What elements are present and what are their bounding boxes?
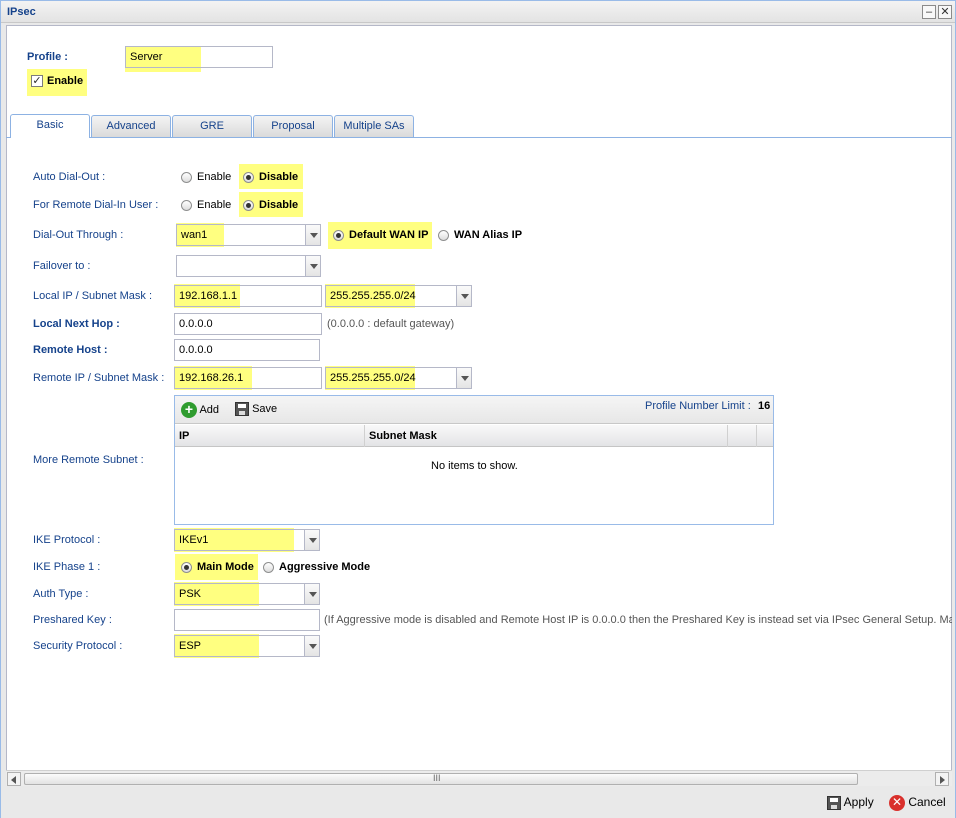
column-header-extra — [728, 425, 757, 447]
apply-button-label: Apply — [843, 795, 874, 809]
grid-toolbar: + Add Save Profile Number Limit : 16 — [175, 396, 773, 424]
ike-protocol-select[interactable]: IKEv1 — [174, 529, 320, 551]
chevron-down-icon[interactable] — [304, 636, 319, 656]
cancel-button-label: Cancel — [908, 795, 946, 809]
auto-dial-out-enable-label: Enable — [197, 171, 232, 183]
add-button[interactable]: + Add — [181, 402, 219, 418]
local-mask-select[interactable]: 255.255.255.0/24 — [325, 285, 472, 307]
chevron-down-icon[interactable] — [305, 225, 320, 245]
wan-alias-ip-radio[interactable] — [438, 230, 449, 241]
profile-label: Profile : — [27, 51, 68, 63]
profile-name-input[interactable]: Server — [125, 46, 273, 68]
title-bar: IPsec – ✕ — [1, 1, 955, 23]
remote-ip-label: Remote IP / Subnet Mask : — [33, 372, 165, 384]
scroll-right-icon[interactable] — [935, 772, 949, 786]
failover-select[interactable] — [176, 255, 321, 277]
local-ip-label: Local IP / Subnet Mask : — [33, 290, 153, 302]
aggressive-mode-label: Aggressive Mode — [279, 561, 371, 573]
auto-dial-out-enable-radio[interactable] — [181, 172, 192, 183]
preshared-key-input[interactable] — [174, 609, 320, 631]
remote-mask-select[interactable]: 255.255.255.0/24 — [325, 367, 472, 389]
local-next-hop-label: Local Next Hop : — [33, 318, 120, 330]
local-next-hop-input[interactable]: 0.0.0.0 — [174, 313, 322, 335]
remote-subnet-grid: + Add Save Profile Number Limit : 16 IP … — [174, 395, 774, 525]
save-button[interactable]: Save — [235, 402, 277, 416]
remote-dial-in-label: For Remote Dial-In User : — [33, 199, 159, 211]
tab-basic[interactable]: Basic — [10, 114, 90, 138]
security-protocol-value: ESP — [179, 640, 202, 652]
remote-mask-value: 255.255.255.0/24 — [330, 372, 416, 384]
profile-number-limit-label: Profile Number Limit : — [645, 400, 751, 412]
profile-number-limit-value: 16 — [758, 400, 771, 412]
dial-out-through-label: Dial-Out Through : — [33, 229, 124, 241]
minimize-icon[interactable]: – — [922, 5, 936, 19]
chevron-down-icon[interactable] — [456, 286, 471, 306]
tab-advanced[interactable]: Advanced — [91, 115, 171, 137]
more-remote-subnet-label: More Remote Subnet : — [33, 454, 144, 466]
default-wan-ip-label: Default WAN IP — [349, 229, 429, 241]
scroll-left-icon[interactable] — [7, 772, 21, 786]
preshared-key-label: Preshared Key : — [33, 614, 112, 626]
aggressive-mode-radio[interactable] — [263, 562, 274, 573]
tab-proposal[interactable]: Proposal — [253, 115, 333, 137]
chevron-down-icon[interactable] — [304, 584, 319, 604]
remote-host-input[interactable]: 0.0.0.0 — [174, 339, 320, 361]
column-header-subnet-mask[interactable]: Subnet Mask — [365, 425, 728, 447]
remote-dial-in-enable-radio[interactable] — [181, 200, 192, 211]
local-mask-value: 255.255.255.0/24 — [330, 290, 416, 302]
chevron-down-icon[interactable] — [304, 530, 319, 550]
tab-strip-line — [6, 137, 952, 138]
preshared-key-hint: (If Aggressive mode is disabled and Remo… — [324, 614, 952, 626]
dial-out-through-select[interactable]: wan1 — [176, 224, 321, 246]
remote-host-label: Remote Host : — [33, 344, 108, 356]
remote-dial-in-disable-radio[interactable] — [243, 200, 254, 211]
tab-gre[interactable]: GRE — [172, 115, 252, 137]
ipsec-window: IPsec – ✕ Profile : Server ✓ Enable Basi… — [0, 0, 956, 818]
add-button-label: Add — [199, 403, 220, 416]
column-header-ip[interactable]: IP — [175, 425, 365, 447]
enable-label: Enable — [47, 75, 84, 87]
remote-dial-in-enable-label: Enable — [197, 199, 232, 211]
ike-protocol-value: IKEv1 — [179, 534, 209, 546]
remote-ip-input[interactable]: 192.168.26.1 — [174, 367, 322, 389]
save-icon — [827, 795, 841, 810]
security-protocol-label: Security Protocol : — [33, 640, 123, 652]
chevron-down-icon[interactable] — [456, 368, 471, 388]
local-ip-input[interactable]: 192.168.1.1 — [174, 285, 322, 307]
cancel-icon: ✕ — [889, 794, 905, 811]
main-mode-label: Main Mode — [197, 561, 254, 573]
auth-type-select[interactable]: PSK — [174, 583, 320, 605]
horizontal-scrollbar[interactable]: III — [6, 770, 952, 786]
scroll-thumb[interactable]: III — [24, 773, 858, 785]
ike-protocol-label: IKE Protocol : — [33, 534, 101, 546]
dial-out-through-value: wan1 — [181, 229, 208, 241]
security-protocol-select[interactable]: ESP — [174, 635, 320, 657]
default-wan-ip-radio[interactable] — [333, 230, 344, 241]
apply-button[interactable]: Apply — [827, 794, 874, 812]
chevron-down-icon[interactable] — [305, 256, 320, 276]
save-icon — [235, 402, 249, 416]
footer-bar: Apply ✕ Cancel — [1, 788, 955, 818]
add-icon: + — [181, 402, 197, 418]
auth-type-label: Auth Type : — [33, 588, 89, 600]
failover-label: Failover to : — [33, 260, 91, 272]
local-next-hop-hint: (0.0.0.0 : default gateway) — [327, 318, 455, 330]
main-mode-radio[interactable] — [181, 562, 192, 573]
tab-multiple-sas[interactable]: Multiple SAs — [334, 115, 414, 137]
window-title: IPsec — [7, 6, 36, 18]
wan-alias-ip-label: WAN Alias IP — [454, 229, 523, 241]
grid-empty-text: No items to show. — [431, 460, 518, 472]
auth-type-value: PSK — [179, 588, 202, 600]
scroll-grip: III — [433, 773, 441, 783]
enable-checkbox[interactable]: ✓ — [31, 75, 43, 87]
auto-dial-out-disable-radio[interactable] — [243, 172, 254, 183]
close-icon[interactable]: ✕ — [938, 5, 952, 19]
ike-phase1-label: IKE Phase 1 : — [33, 561, 101, 573]
cancel-button[interactable]: ✕ Cancel — [889, 794, 946, 812]
auto-dial-out-label: Auto Dial-Out : — [33, 171, 106, 183]
remote-dial-in-disable-label: Disable — [259, 199, 299, 211]
auto-dial-out-disable-label: Disable — [259, 171, 299, 183]
save-button-label: Save — [252, 402, 278, 415]
grid-header: IP Subnet Mask — [175, 425, 773, 447]
